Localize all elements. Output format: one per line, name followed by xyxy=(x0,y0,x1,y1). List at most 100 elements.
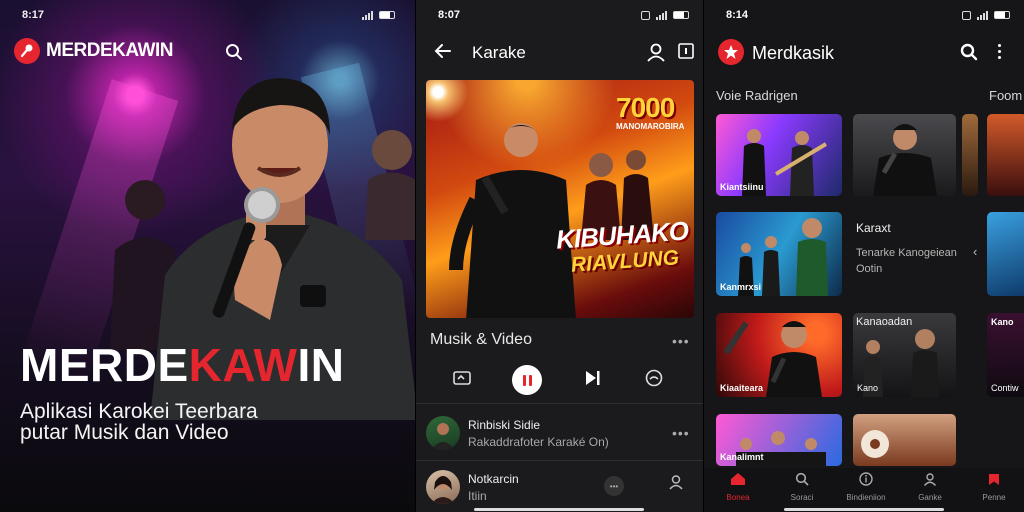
video-poster[interactable]: 7000 MANOMAROBIRA KIBUHAKO RIAVLUNG xyxy=(426,80,694,318)
app-logo: MERDEKAWIN xyxy=(14,38,173,64)
pause-button[interactable] xyxy=(512,365,542,395)
page-title: Karake xyxy=(472,43,526,62)
card-subtitle: Contiw xyxy=(991,383,1019,393)
video-thumbnail[interactable] xyxy=(853,414,956,466)
microphone-logo-icon xyxy=(14,38,40,64)
track-avatar xyxy=(426,470,460,504)
player-controls xyxy=(416,362,703,398)
card-subtitle: Tenarke Kanogeiean Ootin xyxy=(856,247,957,275)
thumbnail-caption: Kanalimnt xyxy=(720,452,764,462)
hero-subtitle-line: putar Musik dan Video xyxy=(20,421,229,444)
signal-icon xyxy=(977,10,988,20)
chevron-left-icon[interactable]: ‹ xyxy=(973,244,977,259)
status-icons xyxy=(962,10,1010,20)
nav-item-home[interactable]: Bonea xyxy=(718,472,758,502)
hero-screen: 8:17 MERDEKAWIN MERDEKAWIN Aplikasi Karo… xyxy=(0,0,415,512)
video-thumbnail[interactable] xyxy=(987,114,1024,196)
disc-icon xyxy=(861,430,889,458)
app-showcase: 8:17 MERDEKAWIN MERDEKAWIN Aplikasi Karo… xyxy=(0,0,1024,512)
cast-icon[interactable] xyxy=(678,43,694,64)
page-title: Merdkasik xyxy=(752,43,835,63)
nav-label: Bindieniion xyxy=(846,493,886,502)
thumbnail-caption: Kiantsiinu xyxy=(720,182,764,192)
home-icon xyxy=(731,473,745,485)
microphone-logo-icon xyxy=(718,39,744,65)
status-bar: 8:17 xyxy=(22,8,395,22)
bookmark-icon xyxy=(989,474,999,485)
section-label: Foom xyxy=(989,88,1023,103)
singer-illustration xyxy=(873,124,937,196)
search-icon xyxy=(795,472,809,486)
status-bar: 8:14 xyxy=(726,8,1010,22)
divider xyxy=(416,403,703,404)
top-app-bar: Merdkasik xyxy=(704,36,1024,70)
track-title: Rinbiski Sidie xyxy=(468,418,541,432)
video-thumbnail[interactable] xyxy=(987,212,1024,296)
nav-label: Ganke xyxy=(918,493,942,502)
app-name: MERDEKAWIN xyxy=(46,40,173,61)
more-options-icon[interactable]: ••• xyxy=(672,425,690,441)
track-row[interactable]: Notkarcin Itiin ••• xyxy=(416,466,703,510)
track-avatar xyxy=(426,416,460,450)
nav-label: Soraci xyxy=(790,493,814,502)
notification-icon xyxy=(641,10,650,20)
card-title: Kano xyxy=(991,317,1014,327)
hero-subtitle: Aplikasi Karokei Teerbara putar Musik da… xyxy=(20,401,350,443)
card-title: Karaxt xyxy=(856,221,891,235)
home-indicator xyxy=(784,508,944,511)
divider xyxy=(416,460,703,461)
profile-icon[interactable] xyxy=(646,42,666,67)
status-time: 8:14 xyxy=(726,9,749,21)
battery-icon xyxy=(379,11,395,19)
chat-icon[interactable] xyxy=(644,368,664,393)
video-thumbnail[interactable] xyxy=(962,114,978,196)
profile-icon[interactable] xyxy=(668,474,684,495)
track-row[interactable]: Rinbiski Sidie Rakaddrafoter Karaké On) … xyxy=(416,412,703,456)
thumbnail-caption: Kiaaiteara xyxy=(720,383,764,393)
skip-next-icon[interactable] xyxy=(582,368,602,393)
nav-item-profile[interactable]: Ganke xyxy=(910,472,950,502)
status-icons xyxy=(641,10,689,20)
battery-icon xyxy=(994,11,1010,19)
top-app-bar: Karake xyxy=(416,34,703,70)
nav-item-search[interactable]: Soraci xyxy=(782,472,822,502)
track-title: Notkarcin xyxy=(468,472,519,486)
video-thumbnail[interactable]: Kiantsiinu xyxy=(716,114,842,196)
more-options-icon[interactable]: ••• xyxy=(604,476,624,496)
video-thumbnail[interactable]: Kanmrxsi xyxy=(716,212,842,296)
video-thumbnail[interactable]: Kiaaiteara xyxy=(716,313,842,397)
search-icon[interactable] xyxy=(225,43,243,66)
more-options-icon[interactable]: ••• xyxy=(672,333,690,349)
hero-title-part: IN xyxy=(297,339,345,391)
search-icon[interactable] xyxy=(960,43,978,66)
info-icon xyxy=(859,472,873,486)
notification-icon xyxy=(962,10,971,20)
nav-label: Penne xyxy=(982,493,1006,502)
video-thumbnail[interactable] xyxy=(853,114,956,196)
nav-label: Bonea xyxy=(726,493,750,502)
library-screen: 8:14 Merdkasik Voie Radrigen Foom Kiants… xyxy=(703,0,1024,512)
thumbnail-caption: Kanmrxsi xyxy=(720,282,762,292)
card-subtitle: Kano xyxy=(857,383,879,393)
status-time: 8:07 xyxy=(438,9,461,21)
hero-title: MERDEKAWIN xyxy=(20,342,344,388)
hero-title-part: MERDE xyxy=(20,339,189,391)
playlist-icon[interactable] xyxy=(452,368,472,393)
section-label: Musik & Video xyxy=(430,331,532,348)
track-subtitle: Itiin xyxy=(468,489,487,503)
pause-icon xyxy=(522,374,532,386)
singer-illustration xyxy=(449,123,576,318)
signal-icon xyxy=(362,10,373,20)
card-title: Kanaoadan xyxy=(856,316,913,328)
hero-title-accent: KAW xyxy=(188,339,298,391)
video-thumbnail[interactable]: Kano Contiw xyxy=(987,313,1024,397)
more-options-icon[interactable] xyxy=(998,44,1001,59)
battery-icon xyxy=(673,11,689,19)
back-arrow-icon[interactable] xyxy=(434,42,452,65)
signal-icon xyxy=(656,10,667,20)
status-bar: 8:07 xyxy=(438,8,689,22)
nav-item-info[interactable]: Bindieniion xyxy=(846,472,886,502)
poster-caption: MANOMAROBIRA xyxy=(616,122,685,131)
nav-item-saved[interactable]: Penne xyxy=(974,472,1014,502)
video-thumbnail[interactable]: Kanalimnt xyxy=(716,414,842,466)
